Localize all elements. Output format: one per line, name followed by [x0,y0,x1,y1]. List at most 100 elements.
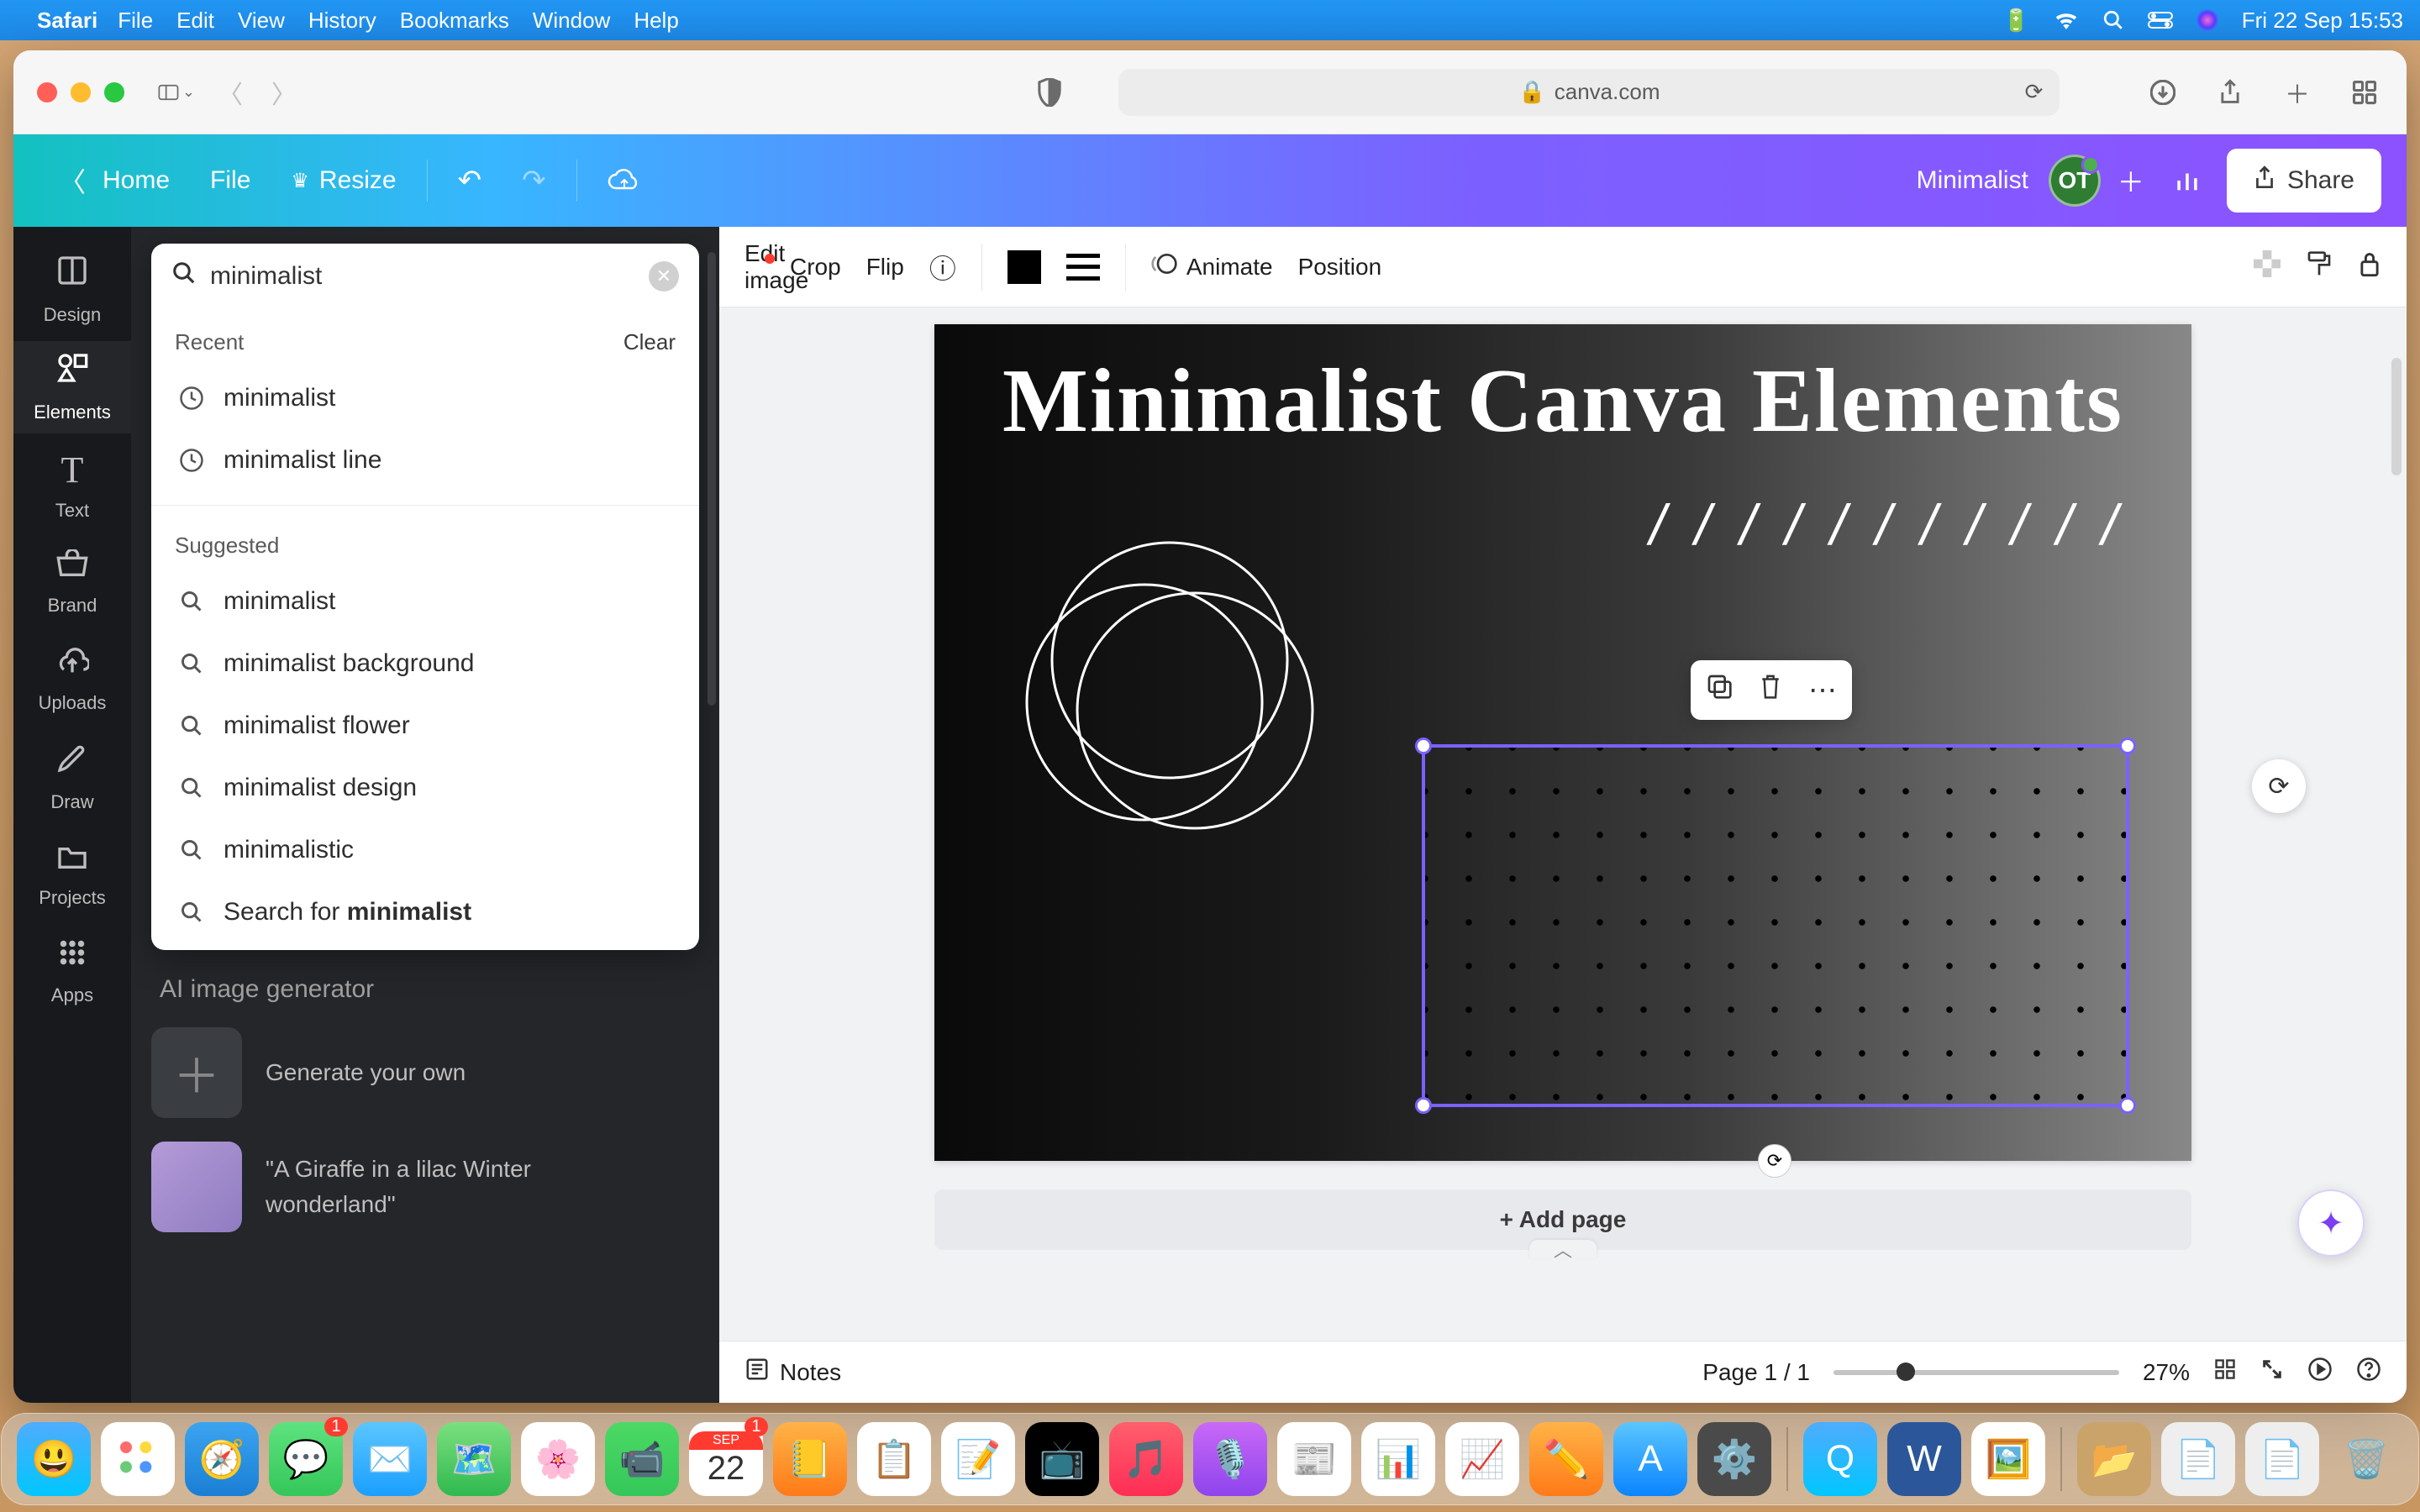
wifi-icon[interactable] [2054,11,2079,29]
design-canvas[interactable]: Minimalist Canva Elements / / / / / / / … [934,324,2191,1161]
rail-text[interactable]: T Text [13,438,131,531]
panel-scrollbar[interactable] [708,252,716,706]
menu-help[interactable]: Help [634,8,678,34]
rail-brand[interactable]: Brand [13,536,131,628]
dock-reminders[interactable]: 📋 [857,1422,931,1496]
url-bar[interactable]: 🔒 canva.com ⟳ [1118,69,2060,116]
back-button[interactable]: 〈 [212,74,249,111]
rail-uploads[interactable]: Uploads [13,633,131,726]
search-for-item[interactable]: Search for minimalist [175,881,676,943]
edit-image-button[interactable]: Edit image [744,257,765,277]
page-indicator[interactable]: Page 1 / 1 [1702,1359,1810,1386]
rail-design[interactable]: Design [13,244,131,336]
resize-handle-tl[interactable] [1415,738,1432,754]
position-button[interactable]: Position [1298,254,1382,281]
menu-edit[interactable]: Edit [176,8,214,34]
redo-button[interactable]: ↷ [502,155,566,206]
delete-button[interactable] [1758,672,1783,708]
dock-appstore[interactable]: A [1613,1422,1687,1496]
dock-pages[interactable]: ✏️ [1529,1422,1603,1496]
transparency-button[interactable] [2254,250,2281,284]
dock-word[interactable]: W [1887,1422,1961,1496]
selected-element[interactable] [1422,744,2129,1107]
file-menu[interactable]: File [190,155,271,206]
fullscreen-button[interactable] [2260,1357,2284,1388]
dock-music[interactable]: 🎵 [1109,1422,1183,1496]
reload-icon[interactable]: ⟳ [2025,79,2044,105]
dock-messages[interactable]: 💬1 [269,1422,343,1496]
new-tab-button[interactable]: ＋ [2279,74,2316,111]
menubar-appname[interactable]: Safari [37,8,97,34]
clear-search-button[interactable]: ✕ [649,261,679,291]
dock-quicktime[interactable]: Q [1803,1422,1877,1496]
dock-folder[interactable]: 📂 [2077,1422,2151,1496]
page-peek-button[interactable]: ︿ [1529,1240,1597,1258]
copy-style-button[interactable] [2306,250,2333,284]
rotate-handle[interactable]: ⟳ [1758,1144,1791,1178]
rail-elements[interactable]: Elements [13,341,131,433]
ai-prompt-card[interactable]: "A Giraffe in a lilac Winter wonderland" [151,1142,699,1232]
dot-grid-element[interactable] [1425,748,2126,1104]
rail-draw[interactable]: Draw [13,731,131,823]
dock-trash[interactable]: 🗑️ [2329,1422,2403,1496]
dock-safari[interactable]: 🧭 [185,1422,259,1496]
duplicate-button[interactable] [1706,673,1733,707]
rail-apps[interactable]: Apps [13,926,131,1018]
tab-overview-button[interactable] [2346,74,2383,111]
dock-tv[interactable]: 📺 [1025,1422,1099,1496]
rail-projects[interactable]: Projects [13,828,131,921]
slashes-element[interactable]: / / / / / / / / / / / [1649,492,2124,558]
share-button[interactable]: Share [2227,149,2381,213]
battery-icon[interactable]: 🔋 [2002,8,2029,34]
dock-preview[interactable]: 🖼️ [1971,1422,2045,1496]
zoom-slider[interactable] [1833,1370,2119,1375]
stage-wrap[interactable]: Minimalist Canva Elements / / / / / / / … [719,307,2407,1341]
cloud-sync-icon[interactable] [587,155,661,206]
forward-button[interactable]: 〉 [266,74,302,111]
add-collaborator-button[interactable]: ＋ [2111,160,2151,201]
dock-launchpad[interactable] [101,1422,175,1496]
dock-settings[interactable]: ⚙️ [1697,1422,1771,1496]
dock-maps[interactable]: 🗺️ [437,1422,511,1496]
insights-button[interactable] [2161,155,2213,207]
menu-file[interactable]: File [118,8,153,34]
dock-photos[interactable]: 🌸 [521,1422,595,1496]
dock-keynote[interactable]: 📈 [1445,1422,1519,1496]
menu-view[interactable]: View [238,8,285,34]
dock-news[interactable]: 📰 [1277,1422,1351,1496]
suggestion-item[interactable]: minimalist flower [175,695,676,757]
sidebar-toggle-button[interactable]: ⌄ [158,74,195,111]
lock-button[interactable] [2358,250,2381,284]
dock-file[interactable]: 📄 [2245,1422,2319,1496]
document-name[interactable]: Minimalist [1917,166,2028,195]
magic-fab[interactable]: ✦ [2297,1189,2365,1257]
more-button[interactable]: ⋯ [1808,674,1837,707]
undo-button[interactable]: ↶ [438,155,502,206]
recent-item[interactable]: minimalist line [175,429,676,491]
dock-facetime[interactable]: 📹 [605,1422,679,1496]
dock-mail[interactable]: ✉️ [353,1422,427,1496]
zoom-thumb[interactable] [1897,1362,1915,1381]
dock-calendar[interactable]: SEP 22 1 [689,1422,763,1496]
fullscreen-window-button[interactable] [104,82,124,102]
animate-button[interactable]: Animate [1151,250,1273,284]
dock-podcasts[interactable]: 🎙️ [1193,1422,1267,1496]
suggestion-item[interactable]: minimalist design [175,757,676,819]
menubar-clock[interactable]: Fri 22 Sep 15:53 [2242,8,2403,34]
info-button[interactable]: ⓘ [929,248,956,286]
regenerate-fab[interactable]: ⟳ [2252,759,2306,813]
crop-button[interactable]: Crop [790,254,841,281]
clear-recent-button[interactable]: Clear [623,329,676,355]
zoom-value[interactable]: 27% [2143,1359,2190,1386]
resize-handle-tr[interactable] [2119,738,2136,754]
dock-contacts[interactable]: 📒 [773,1422,847,1496]
dock-file[interactable]: 📄 [2161,1422,2235,1496]
dock-numbers[interactable]: 📊 [1361,1422,1435,1496]
suggestion-item[interactable]: minimalist background [175,633,676,695]
help-button[interactable] [2356,1357,2381,1389]
resize-handle-br[interactable] [2119,1097,2136,1114]
ai-generate-card[interactable]: ＋ Generate your own [151,1027,699,1118]
canvas-scrollbar[interactable] [2391,358,2402,475]
menu-bookmarks[interactable]: Bookmarks [400,8,509,34]
suggestion-item[interactable]: minimalistic [175,819,676,881]
